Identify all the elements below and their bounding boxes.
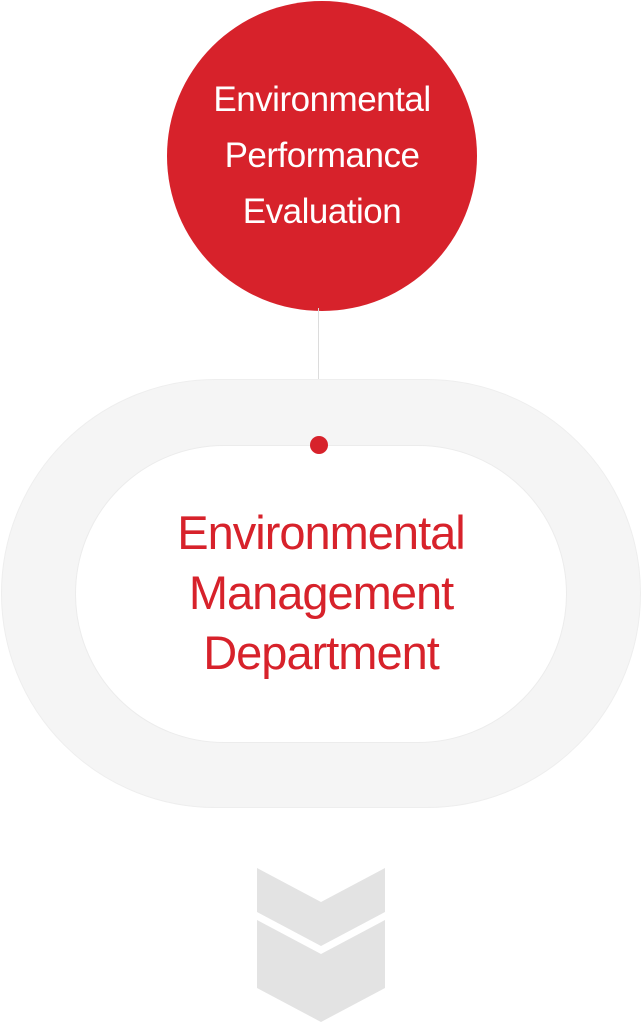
double-chevron-down-icon: [257, 868, 385, 1022]
department-label-line-3: Department: [203, 626, 440, 679]
connector-dot: [310, 436, 328, 454]
evaluation-label-line-2: Performance: [224, 136, 420, 175]
evaluation-label-line-1: Environmental: [213, 80, 431, 119]
evaluation-circle: Environmental Performance Evaluation: [167, 1, 477, 311]
department-label-line-2: Management: [188, 566, 454, 619]
department-capsule: Environmental Management Department: [75, 445, 567, 743]
department-label: Environmental Management Department: [177, 503, 465, 683]
department-label-line-1: Environmental: [177, 506, 465, 559]
evaluation-label: Environmental Performance Evaluation: [187, 72, 457, 240]
evaluation-label-line-3: Evaluation: [242, 192, 402, 231]
